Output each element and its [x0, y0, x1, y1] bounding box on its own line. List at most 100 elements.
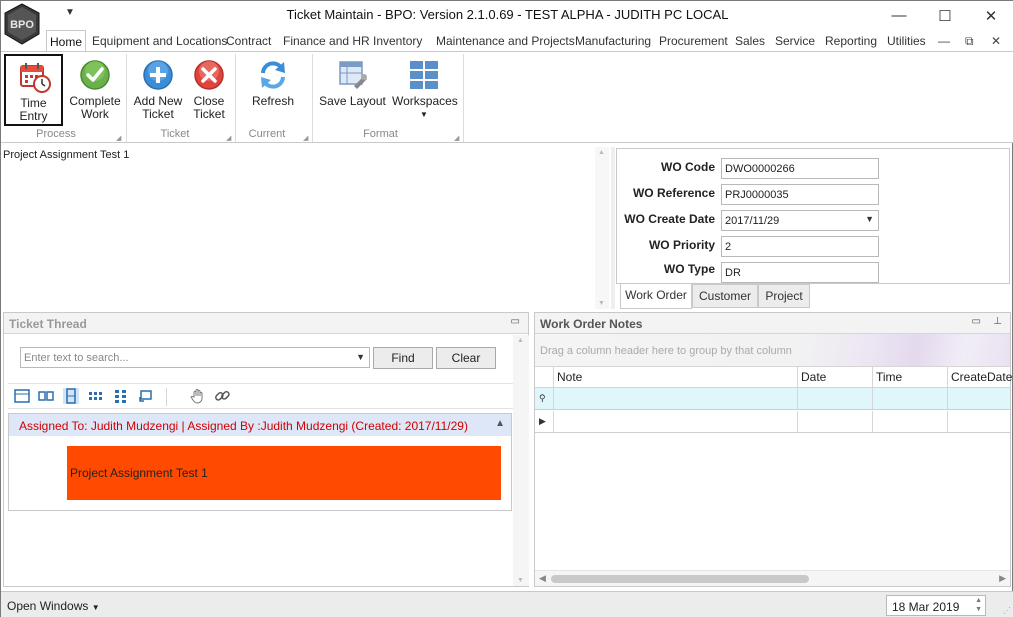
- process-launcher-icon[interactable]: ◢: [116, 134, 121, 142]
- group-by-area[interactable]: Drag a column header here to group by th…: [535, 334, 1010, 366]
- link-icon[interactable]: [214, 388, 230, 404]
- tab-service[interactable]: Service: [772, 30, 818, 52]
- tab-contract[interactable]: Contract: [223, 30, 274, 52]
- group-by-hint: Drag a column header here to group by th…: [540, 345, 792, 357]
- notes-new-row[interactable]: ▶: [535, 411, 1010, 433]
- bpo-logo[interactable]: BPO: [3, 3, 41, 45]
- row-indicator-icon: ▶: [539, 416, 546, 426]
- mdi-minimize-button[interactable]: —: [938, 34, 950, 48]
- layout-single-icon[interactable]: [14, 388, 30, 404]
- tab-reporting[interactable]: Reporting: [822, 30, 880, 52]
- tab-inventory[interactable]: Inventory: [370, 30, 425, 52]
- tab-project[interactable]: Project: [758, 284, 810, 308]
- scroll-down-icon[interactable]: ▼: [598, 300, 605, 307]
- layout-rotate-icon[interactable]: [138, 388, 154, 404]
- tab-work-order[interactable]: Work Order: [620, 284, 692, 309]
- layout-double-icon[interactable]: [38, 388, 54, 404]
- workspaces-button[interactable]: Workspaces ▼: [392, 54, 458, 126]
- refresh-button[interactable]: Refresh: [247, 54, 299, 126]
- tab-equipment-and-locations[interactable]: Equipment and Locations: [89, 30, 230, 52]
- scroll-up-icon[interactable]: ▲: [598, 149, 605, 156]
- wo-reference-field[interactable]: PRJ0000035: [721, 184, 879, 205]
- close-icon: [194, 60, 224, 90]
- notes-horizontal-scrollbar[interactable]: ◀ ▶: [535, 570, 1010, 586]
- thread-entry-body: Project Assignment Test 1: [67, 446, 501, 500]
- wo-type-field[interactable]: DR: [721, 262, 879, 283]
- vertical-splitter[interactable]: [611, 147, 615, 309]
- add-new-ticket-button[interactable]: Add New Ticket: [132, 54, 184, 126]
- layout-columns-icon[interactable]: [63, 388, 79, 404]
- find-button[interactable]: Find: [373, 347, 433, 369]
- pin-icon[interactable]: ⊥: [993, 316, 1002, 327]
- panel-maximize-icon[interactable]: ▭: [972, 316, 981, 327]
- work-order-notes-title: Work Order Notes: [540, 317, 643, 331]
- column-header-date[interactable]: Date: [797, 367, 872, 388]
- wo-priority-field[interactable]: 2: [721, 236, 879, 257]
- thread-entry[interactable]: Assigned To: Judith Mudzengi | Assigned …: [8, 413, 512, 511]
- layout-grid-icon[interactable]: [88, 388, 104, 404]
- format-launcher-icon[interactable]: ◢: [454, 134, 459, 142]
- time-entry-button[interactable]: Time Entry: [4, 54, 63, 126]
- close-button[interactable]: ✕: [968, 1, 1013, 30]
- chevron-down-icon[interactable]: ▼: [865, 214, 874, 224]
- wo-create-date-label: WO Create Date: [624, 212, 715, 226]
- thread-search-input[interactable]: Enter text to search... ▼: [20, 347, 370, 368]
- format-group-label: Format: [363, 128, 398, 140]
- close-ticket-button[interactable]: Close Ticket: [187, 54, 231, 126]
- tab-procurement[interactable]: Procurement: [656, 30, 731, 52]
- scroll-left-icon[interactable]: ◀: [539, 573, 546, 584]
- open-windows-menu[interactable]: Open Windows ▼: [7, 599, 100, 613]
- tab-maintenance-and-projects[interactable]: Maintenance and Projects: [433, 30, 578, 52]
- tab-manufacturing[interactable]: Manufacturing: [572, 30, 654, 52]
- notes-grid-header: Note Date Time CreateDate: [535, 366, 1012, 388]
- ticket-launcher-icon[interactable]: ◢: [226, 134, 231, 142]
- tab-utilities[interactable]: Utilities: [884, 30, 929, 52]
- ticket-group-label: Ticket: [160, 128, 190, 140]
- column-header-createdate[interactable]: CreateDate: [947, 367, 1012, 388]
- chevron-down-icon[interactable]: ▼: [356, 352, 365, 362]
- tab-sales[interactable]: Sales: [732, 30, 768, 52]
- scroll-down-icon[interactable]: ▼: [517, 577, 524, 584]
- cell-divider: [872, 411, 873, 432]
- layout-tree-icon[interactable]: [113, 388, 129, 404]
- window-title: Ticket Maintain - BPO: Version 2.1.0.69 …: [286, 7, 729, 22]
- complete-work-button[interactable]: Complete Work: [67, 54, 123, 126]
- save-layout-icon: [338, 61, 367, 89]
- maximize-button[interactable]: ☐: [922, 1, 968, 30]
- description-scrollbar[interactable]: ▲ ▼: [595, 147, 609, 309]
- workspaces-dropdown-icon: ▼: [420, 110, 428, 119]
- calendar-clock-icon: [19, 63, 51, 93]
- mdi-restore-button[interactable]: ⧉: [965, 34, 974, 49]
- ticket-description-area[interactable]: Project Assignment Test 1: [1, 147, 611, 309]
- ticket-thread-panel: Ticket Thread ▭ Enter text to search... …: [3, 312, 529, 587]
- scroll-up-icon[interactable]: ▲: [517, 337, 524, 344]
- column-header-note[interactable]: Note: [553, 367, 797, 388]
- resize-grip-icon[interactable]: ⋰: [1003, 606, 1011, 615]
- scroll-right-icon[interactable]: ▶: [999, 573, 1006, 584]
- hand-pan-icon[interactable]: [190, 388, 206, 404]
- current-launcher-icon[interactable]: ◢: [303, 134, 308, 142]
- thread-scrollbar[interactable]: ▲ ▼: [513, 335, 529, 586]
- logo-text: BPO: [10, 19, 34, 31]
- notes-filter-row[interactable]: ⚲: [535, 388, 1010, 410]
- time-entry-label: Time Entry: [19, 96, 48, 123]
- column-header-time[interactable]: Time: [872, 367, 947, 388]
- panel-maximize-icon[interactable]: ▭: [511, 316, 520, 327]
- date-spinner-icon[interactable]: ▲ ▼: [975, 596, 982, 614]
- status-date-field[interactable]: 18 Mar 2019 ▲ ▼: [886, 595, 986, 616]
- tab-customer[interactable]: Customer: [692, 284, 758, 308]
- clear-button[interactable]: Clear: [436, 347, 496, 369]
- ribbon-home: Time Entry Complete Work Process ◢ Add N…: [1, 51, 1013, 143]
- tab-home[interactable]: Home: [46, 30, 87, 52]
- chevron-up-icon[interactable]: ▲: [495, 418, 505, 429]
- wo-code-field[interactable]: DWO0000266: [721, 158, 879, 179]
- scroll-thumb[interactable]: [551, 575, 809, 583]
- ribbon-separator: [235, 54, 236, 142]
- tab-finance-and-hr[interactable]: Finance and HR: [280, 30, 373, 52]
- thread-entry-header[interactable]: Assigned To: Judith Mudzengi | Assigned …: [9, 414, 511, 436]
- save-layout-button[interactable]: Save Layout: [319, 54, 386, 126]
- chevron-down-icon: ▼: [91, 603, 100, 612]
- minimize-button[interactable]: —: [876, 1, 922, 30]
- mdi-close-button[interactable]: ✕: [991, 34, 1001, 48]
- wo-create-date-field[interactable]: 2017/11/29 ▼: [721, 210, 879, 231]
